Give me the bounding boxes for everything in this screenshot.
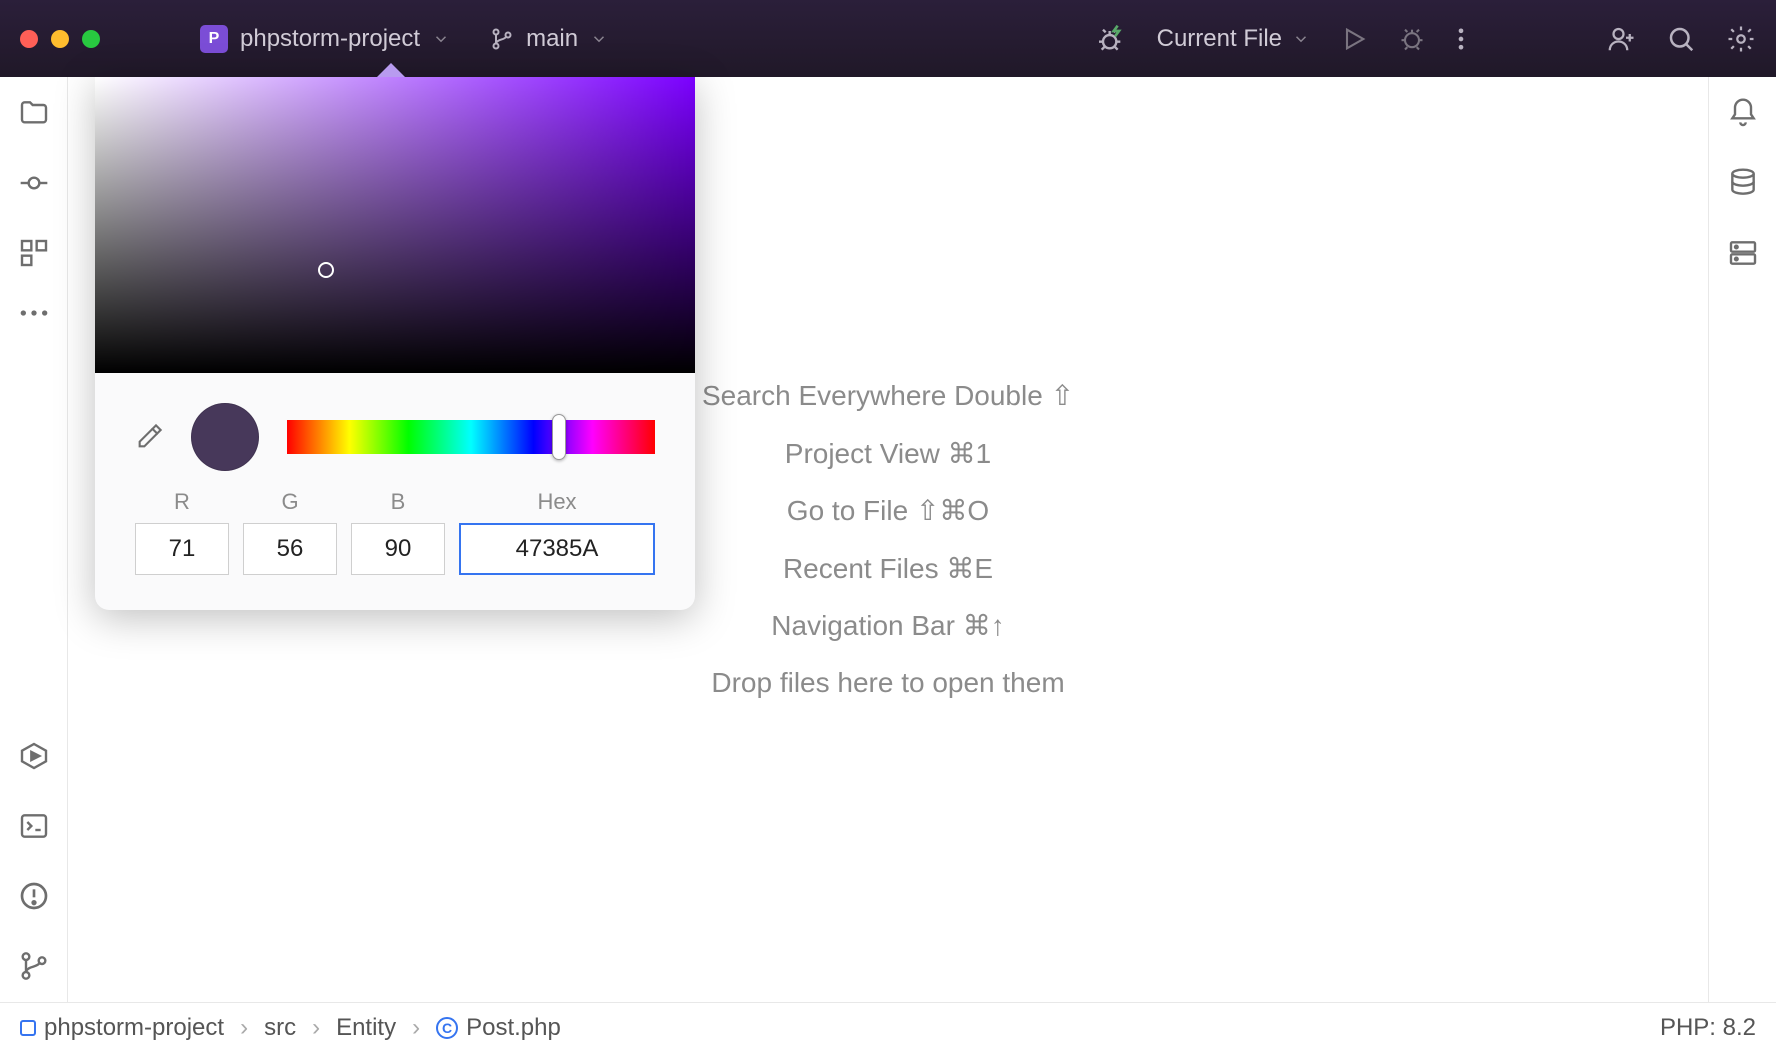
settings-icon[interactable] [1726, 24, 1756, 54]
hex-label: Hex [537, 489, 576, 515]
notifications-tool-icon[interactable] [1727, 97, 1759, 129]
project-name-label: phpstorm-project [240, 25, 420, 53]
breadcrumb-item[interactable]: Entity [336, 1014, 396, 1042]
project-selector[interactable]: P phpstorm-project [200, 25, 450, 53]
eyedropper-icon[interactable] [135, 423, 163, 451]
commit-tool-icon[interactable] [18, 167, 50, 199]
more-tool-icon[interactable] [18, 307, 50, 319]
breadcrumb-item[interactable]: phpstorm-project [20, 1014, 224, 1042]
welcome-line: Go to File ⇧⌘O [702, 482, 1074, 539]
close-window-button[interactable] [20, 30, 38, 48]
bug-lightning-icon[interactable] [1095, 23, 1127, 55]
welcome-help-text: Search Everywhere Double ⇧ Project View … [702, 367, 1074, 711]
php-version-label: PHP: 8.2 [1660, 1014, 1756, 1041]
minimize-window-button[interactable] [51, 30, 69, 48]
database-tool-icon[interactable] [1727, 167, 1759, 199]
run-config-selector[interactable]: Current File [1157, 25, 1310, 53]
vcs-tool-icon[interactable] [18, 950, 50, 982]
chevron-right-icon: › [240, 1014, 248, 1042]
hue-handle[interactable] [552, 414, 566, 460]
window-controls [20, 30, 100, 48]
project-icon: P [200, 25, 228, 53]
saturation-brightness-area[interactable] [95, 77, 695, 373]
terminal-tool-icon[interactable] [18, 810, 50, 842]
titlebar-actions [1606, 24, 1756, 54]
search-icon[interactable] [1666, 24, 1696, 54]
chevron-down-icon [432, 30, 450, 48]
run-icon[interactable] [1340, 25, 1368, 53]
welcome-line: Navigation Bar ⌘↑ [702, 597, 1074, 654]
project-tool-icon[interactable] [18, 97, 50, 129]
module-icon [20, 1020, 36, 1036]
branch-icon [490, 27, 514, 51]
r-input[interactable] [135, 523, 229, 575]
welcome-line: Search Everywhere Double ⇧ [702, 367, 1074, 424]
branch-name-label: main [526, 25, 578, 53]
chevron-right-icon: › [412, 1014, 420, 1042]
hex-input[interactable] [459, 523, 655, 575]
structure-tool-icon[interactable] [18, 237, 50, 269]
color-value-fields: R G B Hex [95, 489, 695, 610]
color-picker-popup: R G B Hex [95, 77, 695, 610]
server-tool-icon[interactable] [1727, 237, 1759, 269]
chevron-right-icon: › [312, 1014, 320, 1042]
r-label: R [174, 489, 190, 515]
breadcrumb-label: phpstorm-project [44, 1014, 224, 1042]
vcs-branch-selector[interactable]: main [490, 25, 608, 53]
picker-controls-row [95, 373, 695, 489]
more-icon[interactable] [1456, 25, 1466, 53]
breadcrumb-label: Entity [336, 1014, 396, 1042]
run-debug-group [1340, 25, 1466, 53]
b-label: B [391, 489, 406, 515]
debug-icon[interactable] [1398, 25, 1426, 53]
chevron-down-icon [1292, 30, 1310, 48]
php-version-widget[interactable]: PHP: 8.2 [1660, 1014, 1756, 1042]
run-config-label: Current File [1157, 25, 1282, 53]
selected-color-swatch [191, 403, 259, 471]
welcome-line: Drop files here to open them [702, 654, 1074, 711]
g-label: G [281, 489, 298, 515]
right-tool-strip [1708, 77, 1776, 1002]
class-icon: C [436, 1017, 458, 1039]
status-bar: phpstorm-project › src › Entity › C Post… [0, 1002, 1776, 1052]
breadcrumb-label: Post.php [466, 1014, 561, 1042]
titlebar: P phpstorm-project main Current File [0, 0, 1776, 77]
b-input[interactable] [351, 523, 445, 575]
welcome-line: Project View ⌘1 [702, 425, 1074, 482]
left-tool-strip [0, 77, 68, 1002]
breadcrumb-label: src [264, 1014, 296, 1042]
hue-slider[interactable] [287, 420, 655, 454]
welcome-line: Recent Files ⌘E [702, 540, 1074, 597]
titlebar-right: Current File [1095, 23, 1756, 55]
code-with-me-icon[interactable] [1606, 24, 1636, 54]
breadcrumbs[interactable]: phpstorm-project › src › Entity › C Post… [20, 1014, 561, 1042]
maximize-window-button[interactable] [82, 30, 100, 48]
breadcrumb-item[interactable]: C Post.php [436, 1014, 561, 1042]
chevron-down-icon [590, 30, 608, 48]
saturation-cursor[interactable] [318, 262, 334, 278]
problems-tool-icon[interactable] [18, 880, 50, 912]
breadcrumb-item[interactable]: src [264, 1014, 296, 1042]
services-tool-icon[interactable] [18, 740, 50, 772]
g-input[interactable] [243, 523, 337, 575]
